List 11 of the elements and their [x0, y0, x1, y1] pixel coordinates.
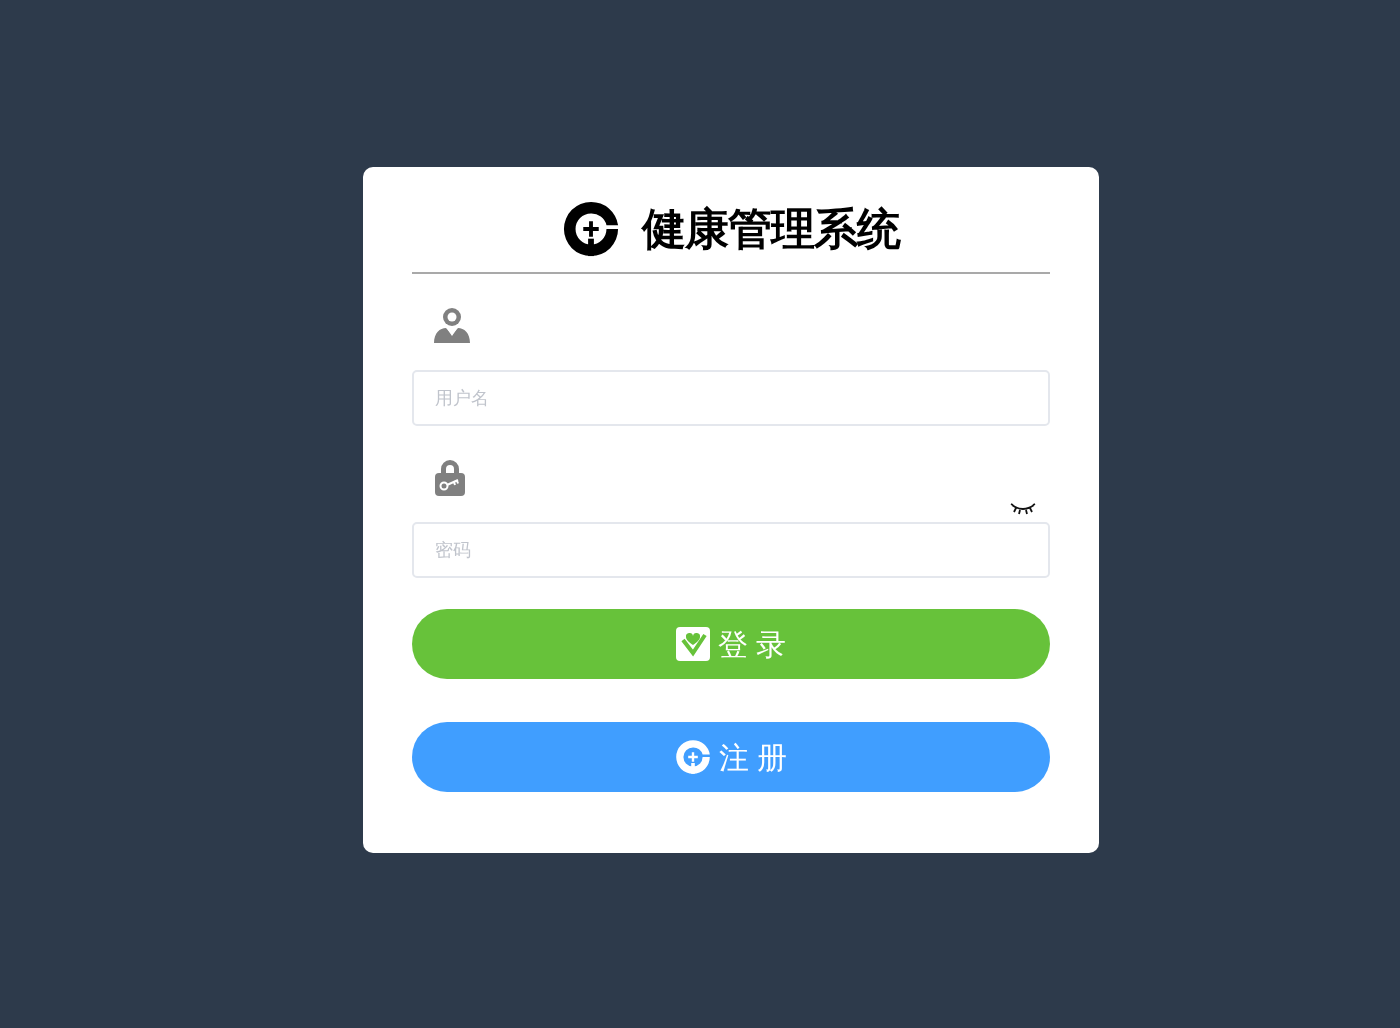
- padlock-key-icon: [433, 458, 467, 496]
- username-field[interactable]: 用户名: [412, 370, 1050, 426]
- login-button[interactable]: 登 录: [412, 609, 1050, 679]
- logo-icon: [674, 739, 711, 775]
- register-button[interactable]: 注 册: [412, 722, 1050, 792]
- password-field[interactable]: 密码: [412, 522, 1050, 578]
- closed-eye-icon[interactable]: [1010, 502, 1036, 516]
- user-icon: [433, 306, 471, 344]
- logo-icon: [562, 200, 620, 258]
- app-title: 健康管理系统: [642, 207, 900, 251]
- heart-check-icon: [675, 627, 710, 661]
